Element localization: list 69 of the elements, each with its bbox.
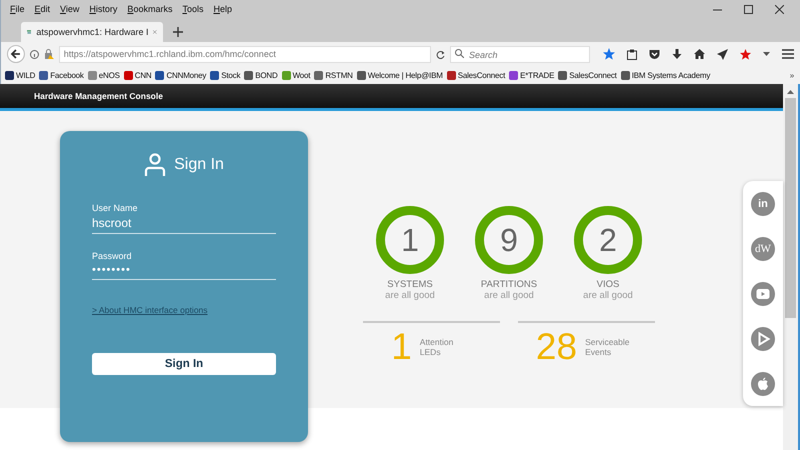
clipboard-icon[interactable]: [627, 48, 637, 60]
close-icon[interactable]: [775, 4, 784, 14]
play-icon[interactable]: [751, 326, 775, 350]
bookmarks-overflow-button[interactable]: »: [790, 70, 800, 80]
stat-label: VIOS: [596, 279, 620, 290]
menu-icon[interactable]: [782, 49, 794, 59]
menu-item[interactable]: Tools: [177, 4, 208, 14]
stat-value: 9: [500, 222, 518, 258]
pocket-icon[interactable]: [649, 49, 660, 59]
plus-icon[interactable]: [173, 27, 183, 37]
home-icon[interactable]: [694, 49, 705, 59]
bookmark[interactable]: BOND: [244, 70, 278, 80]
count-value: 1: [391, 328, 412, 365]
stat-status: are all good: [583, 290, 633, 301]
menu-item[interactable]: Bookmarks: [122, 4, 178, 14]
stat-label: SYSTEMS: [387, 279, 433, 290]
stat-label: PARTITIONS: [480, 279, 538, 290]
browser-tab[interactable]: atspowervhmc1: Hardware I: [21, 22, 163, 42]
search-field[interactable]: Search: [450, 46, 590, 64]
menu-item[interactable]: View: [55, 4, 84, 14]
bookmark[interactable]: RSTMN: [314, 70, 353, 80]
bookmark[interactable]: Woot: [282, 70, 310, 80]
field-label: Password: [92, 251, 133, 261]
reload-icon[interactable]: [436, 50, 445, 58]
stat-status: are all good: [484, 290, 534, 301]
scroll-up-icon[interactable]: [787, 90, 794, 94]
video-icon[interactable]: [751, 282, 775, 306]
bookmark[interactable]: CNN: [124, 70, 152, 80]
bookmark[interactable]: IBM Systems Academy: [620, 70, 710, 80]
tab-title: atspowervhmc1: Hardware I: [36, 27, 148, 37]
bookmark[interactable]: E*TRADE: [509, 70, 554, 80]
server-icon: [27, 27, 32, 37]
bookmark[interactable]: eNOS: [88, 70, 120, 80]
address-field[interactable]: https://atspowervhmc1.rchland.ibm.com/hmc/connect: [58, 46, 432, 62]
menu-item[interactable]: Help: [208, 4, 237, 14]
card-title: Sign In: [174, 156, 224, 174]
bookmark[interactable]: Welcome | Help@IBM: [356, 70, 443, 80]
search-icon: [455, 48, 464, 58]
app-header: Hardware Management Console: [0, 84, 783, 111]
download-icon[interactable]: [672, 48, 682, 60]
sign-in-button[interactable]: Sign In: [92, 353, 276, 375]
menu-item[interactable]: File: [5, 4, 30, 14]
stat-value: 2: [599, 222, 617, 258]
star-icon[interactable]: [603, 48, 615, 60]
bookmark[interactable]: Stock: [210, 70, 240, 80]
field-label: User Name: [92, 203, 139, 213]
send-icon[interactable]: [717, 48, 728, 60]
lock-icon[interactable]: [44, 49, 54, 59]
scroll-thumb[interactable]: [785, 98, 796, 318]
apple-icon[interactable]: [751, 372, 775, 396]
dropdown-icon[interactable]: [763, 52, 770, 56]
maximize-icon[interactable]: [744, 4, 753, 14]
count-label: Serviceable Events: [585, 336, 630, 356]
star-icon[interactable]: [740, 48, 751, 60]
bookmark[interactable]: CNNMoney: [155, 70, 206, 80]
scrollbar[interactable]: [783, 84, 798, 450]
bookmark[interactable]: Facebook: [39, 70, 84, 80]
stat-value: 1: [401, 222, 419, 258]
bookmark[interactable]: SalesConnect: [446, 70, 506, 80]
back-icon[interactable]: [7, 45, 25, 63]
info-icon[interactable]: [30, 50, 39, 58]
bookmark[interactable]: WILD: [5, 70, 36, 80]
menu-item[interactable]: Edit: [30, 4, 56, 14]
count-value: 28: [536, 328, 578, 365]
stat-status: are all good: [385, 290, 435, 301]
menu-item[interactable]: History: [84, 4, 122, 14]
count-label: Attention LEDs: [420, 336, 454, 356]
user-icon: [144, 153, 166, 177]
bookmark[interactable]: SalesConnect: [558, 70, 617, 80]
